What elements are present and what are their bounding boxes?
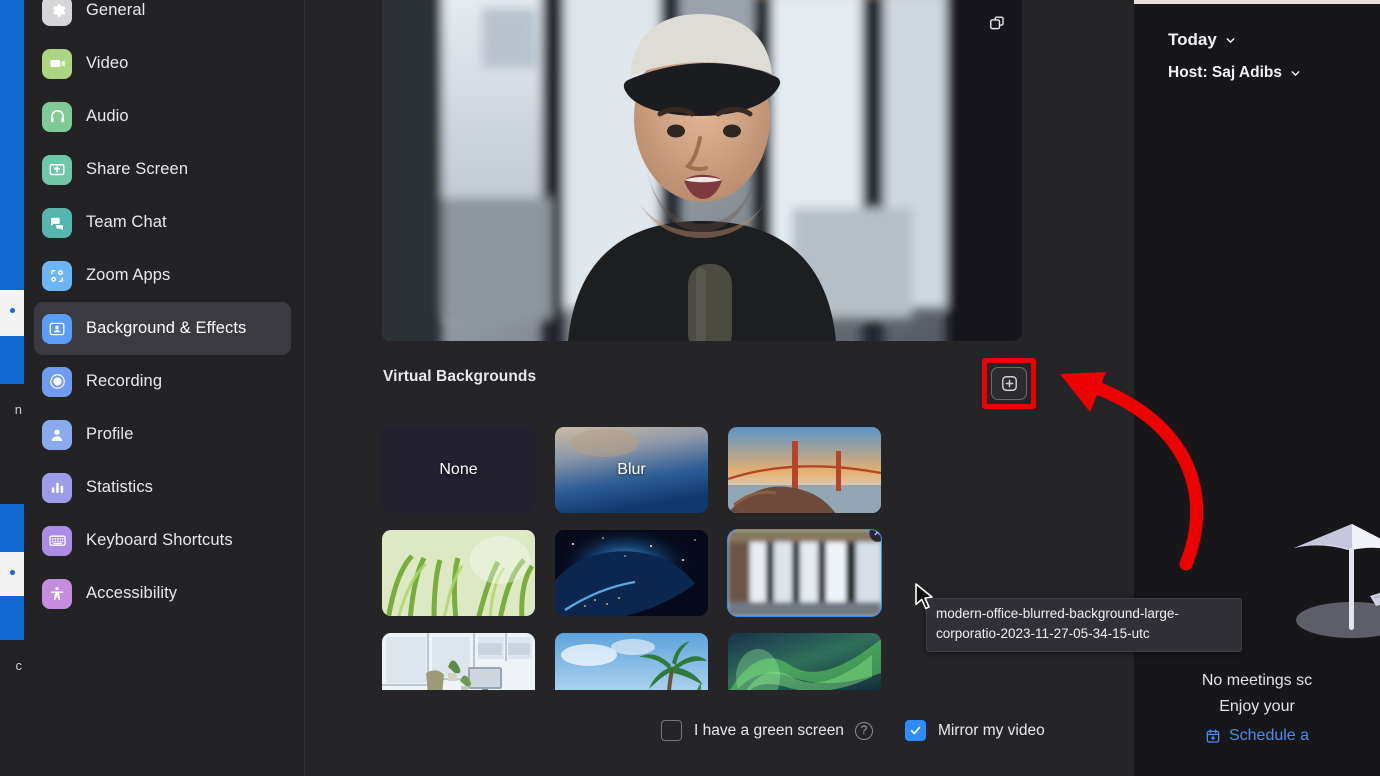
sidebar-item-audio[interactable]: Audio <box>34 90 291 143</box>
sidebar-item-label: Share Screen <box>86 160 189 178</box>
schedule-meeting-link[interactable]: Schedule a <box>1134 727 1380 745</box>
background-options-row: I have a green screen ? Mirror my video <box>661 720 1045 741</box>
share-icon <box>42 154 72 185</box>
zoom-settings-window: General Video Audio Share Screen Team Ch… <box>24 0 1242 776</box>
no-meetings-message: No meetings sc Enjoy your <box>1134 668 1380 720</box>
background-thumb-aurora[interactable] <box>728 633 881 690</box>
background-thumb-grass[interactable] <box>382 530 535 616</box>
green-screen-label: I have a green screen <box>694 721 844 739</box>
chevron-down-icon <box>1226 37 1235 43</box>
palm-beach-thumb-art <box>555 633 708 690</box>
today-selector[interactable]: Today <box>1168 30 1236 50</box>
sidebar-item-label: Accessibility <box>86 584 178 602</box>
sidebar-item-share-screen[interactable]: Share Screen <box>34 143 291 196</box>
background-thumb-palm-beach[interactable] <box>555 633 708 690</box>
host-label: Host: Saj Adibs <box>1168 64 1282 81</box>
popout-icon[interactable] <box>984 10 1010 36</box>
green-screen-option[interactable]: I have a green screen <box>661 720 844 741</box>
question-mark-icon[interactable]: ? <box>854 721 873 740</box>
background-thumb-earth[interactable] <box>555 530 708 616</box>
sidebar-item-label: Audio <box>86 107 129 125</box>
background-thumb-golden-gate[interactable] <box>728 427 881 513</box>
background-window-sliver: n c <box>0 0 24 776</box>
mirror-video-checkbox[interactable] <box>904 720 926 741</box>
office-desk-thumb-art <box>382 633 535 690</box>
sidebar-item-background-and-effects[interactable]: Background & Effects <box>34 302 291 355</box>
host-selector[interactable]: Host: Saj Adibs <box>1168 64 1301 82</box>
schedule-link-label: Schedule a <box>1228 727 1310 744</box>
modern-office-thumb-art <box>728 530 881 616</box>
profile-icon <box>42 419 72 450</box>
chat-icon <box>42 207 72 238</box>
grass-thumb-art <box>382 530 535 616</box>
sidebar-item-label: Background & Effects <box>86 319 247 337</box>
meetings-right-panel: Today Host: Saj Adibs No meetings sc Enj… <box>1134 0 1380 776</box>
check-icon <box>910 726 921 735</box>
sidebar-item-profile[interactable]: Profile <box>34 408 291 461</box>
video-self-preview <box>382 0 1022 341</box>
mouse-cursor-icon <box>915 583 933 610</box>
thumb-label: None <box>439 461 478 478</box>
sidebar-item-team-chat[interactable]: Team Chat <box>34 196 291 249</box>
video-preview-frame <box>382 0 1022 341</box>
no-meetings-line-1: No meetings sc <box>1201 672 1313 689</box>
calendar-plus-icon <box>1206 729 1220 743</box>
sidebar-nav-list: General Video Audio Share Screen Team Ch… <box>24 0 305 620</box>
sidebar-item-recording[interactable]: Recording <box>34 355 291 408</box>
sidebar-item-label: General <box>86 1 146 19</box>
bars-icon <box>42 472 72 503</box>
background-thumb-modern-office[interactable]: ✕ <box>727 529 882 617</box>
sidebar-item-label: Recording <box>86 372 163 390</box>
beach-umbrella-illustration <box>1294 524 1380 638</box>
sidebar-item-label: Zoom Apps <box>86 266 171 284</box>
sidebar-item-label: Team Chat <box>86 213 167 231</box>
record-icon <box>42 366 72 397</box>
green-screen-checkbox[interactable] <box>661 720 682 741</box>
no-meetings-line-2: Enjoy your <box>1219 698 1295 715</box>
background-name-tooltip: modern-office-blurred-background-large-c… <box>926 598 1242 652</box>
keyboard-icon <box>42 525 72 556</box>
person-card-icon <box>42 313 72 344</box>
background-thumb-office-desk[interactable] <box>382 633 535 690</box>
sidebar-item-general[interactable]: General <box>34 0 291 37</box>
sidebar-item-label: Video <box>86 54 129 72</box>
add-background-button[interactable] <box>991 367 1027 400</box>
sidebar-item-video[interactable]: Video <box>34 37 291 90</box>
aurora-thumb-art <box>728 633 881 690</box>
sidebar-item-statistics[interactable]: Statistics <box>34 461 291 514</box>
mirror-video-label: Mirror my video <box>937 721 1045 739</box>
gear-icon <box>42 0 72 26</box>
camera-icon <box>42 48 72 79</box>
accessibility-icon <box>42 578 72 609</box>
settings-sidebar: General Video Audio Share Screen Team Ch… <box>24 0 305 776</box>
earth-space-thumb-art <box>555 530 708 616</box>
headset-icon <box>42 101 72 132</box>
chevron-down-icon <box>1291 70 1300 76</box>
sidebar-item-label: Statistics <box>86 478 154 496</box>
today-label: Today <box>1168 30 1217 49</box>
screen-root: n c General Video Audio Share Screen Tea… <box>0 0 1380 776</box>
sidebar-item-label: Keyboard Shortcuts <box>86 531 233 549</box>
plus-in-square-icon <box>1001 376 1017 391</box>
sidebar-item-accessibility[interactable]: Accessibility <box>34 567 291 620</box>
apps-icon <box>42 260 72 291</box>
background-effects-pane: Virtual Backgrounds None Blur ✕ modern-o… <box>306 0 1242 776</box>
thumb-label: Blur <box>617 461 646 478</box>
sidebar-item-keyboard-shortcuts[interactable]: Keyboard Shortcuts <box>34 514 291 567</box>
background-thumb-none[interactable]: None <box>382 427 535 513</box>
golden-gate-thumb-art <box>728 427 881 513</box>
virtual-backgrounds-title: Virtual Backgrounds <box>383 368 537 385</box>
background-thumb-blur[interactable]: Blur <box>555 427 708 513</box>
mirror-video-option[interactable]: Mirror my video <box>904 720 1045 741</box>
window-top-strip <box>1134 0 1380 4</box>
sidebar-item-label: Profile <box>86 425 134 443</box>
sidebar-item-zoom-apps[interactable]: Zoom Apps <box>34 249 291 302</box>
